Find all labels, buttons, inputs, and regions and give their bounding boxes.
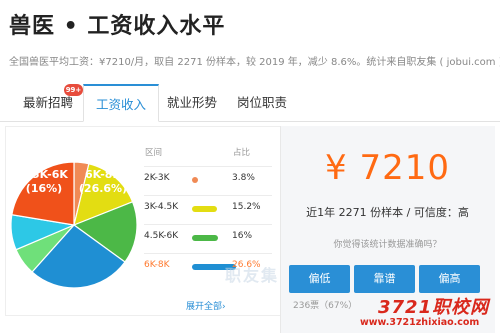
row-bar <box>192 235 218 241</box>
pie-label: (16%) <box>26 182 62 195</box>
pie-label: (26.6%) <box>79 182 127 195</box>
vote-reliable-button[interactable]: 靠谱 <box>354 265 415 293</box>
row-range-label: 3K-4.5K <box>144 202 179 212</box>
watermark: 职友集 <box>225 266 280 285</box>
accuracy-question: 你觉得该统计数据准确吗？ <box>333 240 442 250</box>
average-salary: ¥ 7210 <box>325 148 450 188</box>
row-percent: 16% <box>232 231 253 241</box>
row-range-label: 2K-3K <box>144 173 170 183</box>
vote-high-button[interactable]: 偏高 <box>419 265 480 293</box>
site-logo: 3721职校网 www.3721zhixiao.com <box>340 293 498 331</box>
pie-label: 6K-8K <box>85 168 121 181</box>
distribution-row: 2K-3K 3.8% <box>144 166 272 190</box>
distribution-row: 4.5K-6K 16% <box>144 224 272 248</box>
pie-label: 4.5K-6K <box>20 168 68 181</box>
row-range-label: 6K-8K <box>144 260 170 270</box>
chevron-right-icon: › <box>222 302 226 312</box>
logo-url: www.3721zhixiao.com <box>360 317 480 328</box>
header-ratio: 占比 <box>233 148 251 158</box>
expand-all-label: 展开全部 <box>186 302 223 312</box>
logo-text: 3721职校网 <box>378 297 490 318</box>
row-bar <box>192 177 198 183</box>
header-range: 区间 <box>145 148 163 158</box>
sample-info: 近1年 2271 份样本 / 可信度：高 <box>306 206 469 219</box>
row-percent: 3.8% <box>232 173 255 183</box>
expand-all-link[interactable]: 展开全部› <box>186 299 226 312</box>
row-percent: 15.2% <box>232 202 261 212</box>
row-range-label: 4.5K-6K <box>144 231 179 241</box>
distribution-row: 3K-4.5K 15.2% <box>144 195 272 219</box>
vote-low-button[interactable]: 偏低 <box>289 265 350 293</box>
row-bar <box>192 206 217 212</box>
